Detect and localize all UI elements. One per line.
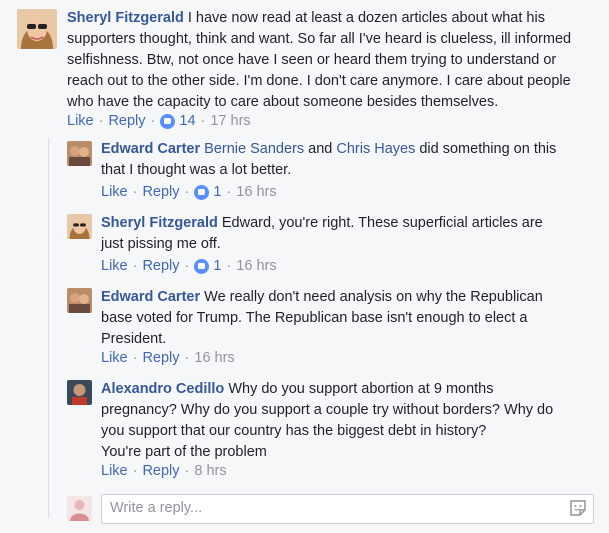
comment-line: selfishness. Btw, not once have I seen o… (67, 52, 557, 68)
reply-composer[interactable] (101, 494, 594, 524)
thumbs-up-icon[interactable] (194, 258, 210, 274)
like-link[interactable]: Like (101, 350, 128, 366)
comment-author[interactable]: Sheryl Fitzgerald (101, 215, 218, 231)
comment-line: We really don't need analysis on why the… (204, 289, 543, 305)
comment-line: President. (101, 331, 167, 347)
sticker-icon[interactable] (569, 499, 587, 517)
comment-actions: Like · Reply · 1 · 16 hrs (101, 258, 277, 274)
mention-link[interactable]: Bernie Sanders (204, 141, 304, 157)
separator: · (98, 113, 104, 129)
timestamp[interactable]: 16 hrs (194, 350, 234, 366)
comment-text: Sheryl Fitzgerald I have now read at lea… (67, 8, 597, 113)
comment-actions: Like · Reply · 14 · 17 hrs (67, 113, 251, 129)
comment-line: supporters thought, think and want. So f… (67, 31, 572, 47)
comment-author[interactable]: Edward Carter (101, 141, 200, 157)
separator: · (132, 258, 138, 274)
reply-input[interactable] (102, 495, 558, 521)
comment-line: base voted for Trump. The Republican bas… (101, 310, 528, 326)
comment-author[interactable]: Alexandro Cedillo (101, 381, 224, 397)
reply-link[interactable]: Reply (108, 113, 145, 129)
avatar-current-user (67, 496, 92, 521)
comment-line: you support that our country has the big… (101, 423, 487, 439)
avatar-alexandro-cedillo[interactable] (67, 380, 92, 405)
comment-actions: Like · Reply · 16 hrs (101, 350, 235, 366)
separator: · (226, 258, 232, 274)
comment-line: who have the capacity to care about some… (67, 94, 499, 110)
timestamp[interactable]: 17 hrs (210, 113, 250, 129)
thumbs-up-icon[interactable] (160, 113, 176, 129)
like-link[interactable]: Like (101, 463, 128, 479)
comment-text: Edward Carter We really don't need analy… (101, 287, 601, 350)
comment-author[interactable]: Sheryl Fitzgerald (67, 10, 184, 26)
timestamp[interactable]: 16 hrs (236, 258, 276, 274)
comment-actions: Like · Reply · 8 hrs (101, 463, 227, 479)
separator: · (132, 184, 138, 200)
like-count[interactable]: 1 (213, 184, 221, 200)
thread-line (48, 138, 49, 518)
separator: · (184, 463, 190, 479)
comment-line: did something on this (415, 141, 557, 157)
comment-text: Alexandro Cedillo Why do you support abo… (101, 379, 601, 463)
thumbs-up-icon[interactable] (194, 184, 210, 200)
separator: · (150, 113, 156, 129)
like-link[interactable]: Like (67, 113, 94, 129)
reply-link[interactable]: Reply (142, 463, 179, 479)
separator: · (200, 113, 206, 129)
comment-text: Sheryl Fitzgerald Edward, you're right. … (101, 213, 601, 255)
like-count[interactable]: 14 (179, 113, 195, 129)
avatar-sheryl-fitzgerald[interactable] (67, 214, 92, 239)
separator: · (184, 184, 190, 200)
comment-actions: Like · Reply · 1 · 16 hrs (101, 184, 277, 200)
separator: · (132, 350, 138, 366)
comment-line: I have now read at least a dozen article… (187, 10, 545, 26)
timestamp[interactable]: 8 hrs (194, 463, 226, 479)
comment-line: Edward, you're right. These superficial … (221, 215, 543, 231)
comment-author[interactable]: Edward Carter (101, 289, 200, 305)
separator: · (132, 463, 138, 479)
comment-line: You're part of the problem (101, 444, 267, 460)
like-count[interactable]: 1 (213, 258, 221, 274)
comment-text: Edward Carter Bernie Sanders and Chris H… (101, 139, 601, 181)
like-link[interactable]: Like (101, 184, 128, 200)
timestamp[interactable]: 16 hrs (236, 184, 276, 200)
reply-link[interactable]: Reply (142, 184, 179, 200)
like-link[interactable]: Like (101, 258, 128, 274)
comment-line: pregnancy? Why do you support a couple t… (101, 402, 554, 418)
comment-line: that I thought was a lot better. (101, 162, 292, 178)
avatar-sheryl-fitzgerald[interactable] (17, 9, 57, 49)
mention-link[interactable]: Chris Hayes (336, 141, 415, 157)
separator: · (184, 350, 190, 366)
separator: · (226, 184, 232, 200)
reply-link[interactable]: Reply (142, 350, 179, 366)
comment-line: just pissing me off. (101, 236, 221, 252)
avatar-edward-carter[interactable] (67, 288, 92, 313)
comment-text-part: and (304, 141, 337, 157)
comment-line: Why do you support abortion at 9 months (228, 381, 494, 397)
comment-line: reach out to the other side. I'm done. I… (67, 73, 571, 89)
avatar-edward-carter[interactable] (67, 141, 92, 166)
separator: · (184, 258, 190, 274)
reply-link[interactable]: Reply (142, 258, 179, 274)
